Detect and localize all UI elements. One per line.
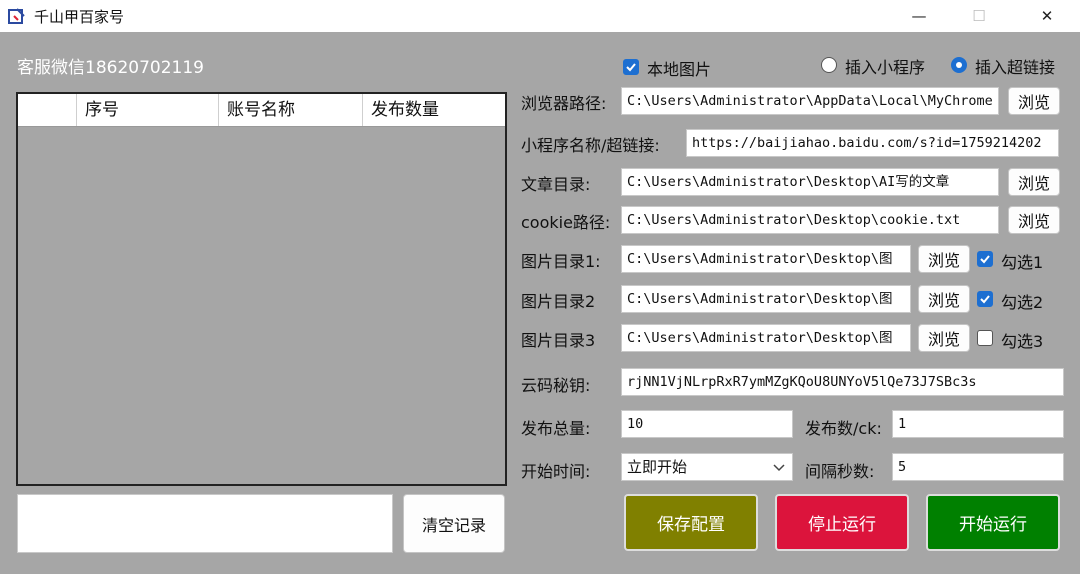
checkmark-icon — [980, 295, 990, 304]
start-time-value: 立即开始 — [627, 458, 688, 476]
table-header-account-name[interactable]: 账号名称 — [218, 94, 362, 126]
image-dir-3-browse-button[interactable]: 浏览 — [918, 324, 970, 352]
article-dir-browse-button[interactable]: 浏览 — [1008, 168, 1060, 196]
stop-run-button[interactable]: 停止运行 — [775, 494, 909, 551]
minimize-button[interactable]: — — [890, 0, 948, 32]
image-dir-1-label: 图片目录1: — [521, 252, 601, 271]
title-bar: 千山甲百家号 — ☐ ✕ — [0, 0, 1080, 32]
start-time-label: 开始时间: — [521, 462, 591, 481]
insert-hyperlink-radio[interactable] — [951, 57, 967, 73]
chevron-down-icon — [773, 464, 785, 472]
cookie-path-label: cookie路径: — [521, 213, 611, 232]
image-dir-2-input[interactable]: C:\Users\Administrator\Desktop\图 — [621, 285, 911, 313]
close-button[interactable]: ✕ — [1018, 0, 1076, 32]
minimize-icon: — — [911, 7, 927, 25]
maximize-button[interactable]: ☐ — [950, 0, 1008, 32]
link-label: 小程序名称/超链接: — [521, 136, 660, 155]
interval-label: 间隔秒数: — [805, 462, 875, 481]
table-header: 序号 账号名称 发布数量 — [18, 94, 505, 127]
table-header-post-count[interactable]: 发布数量 — [362, 94, 505, 126]
local-images-checkbox[interactable] — [623, 59, 639, 75]
cookie-path-input[interactable]: C:\Users\Administrator\Desktop\cookie.tx… — [621, 206, 999, 234]
image-dir-1-input[interactable]: C:\Users\Administrator\Desktop\图 — [621, 245, 911, 273]
interval-input[interactable]: 5 — [892, 453, 1064, 481]
start-run-button[interactable]: 开始运行 — [926, 494, 1060, 551]
table-header-index[interactable]: 序号 — [76, 94, 218, 126]
captcha-key-input[interactable]: rjNN1VjNLrpRxR7ymMZgKQoU8UNYoV5lQe73J7SB… — [621, 368, 1064, 396]
image-dir-3-check-label: 勾选3 — [1001, 332, 1044, 351]
app-logo-icon — [8, 7, 26, 25]
image-dir-1-browse-button[interactable]: 浏览 — [918, 245, 970, 273]
insert-miniprogram-radio[interactable] — [821, 57, 837, 73]
image-dir-3-label: 图片目录3 — [521, 331, 596, 350]
insert-hyperlink-label: 插入超链接 — [975, 58, 1056, 77]
browser-path-input[interactable]: C:\Users\Administrator\AppData\Local\MyC… — [621, 87, 999, 115]
checkmark-icon — [980, 255, 990, 264]
close-icon: ✕ — [1040, 7, 1054, 25]
image-dir-2-checkbox[interactable] — [977, 291, 993, 307]
browser-path-label: 浏览器路径: — [521, 94, 607, 113]
cookie-path-browse-button[interactable]: 浏览 — [1008, 206, 1060, 234]
posts-per-ck-label: 发布数/ck: — [805, 419, 882, 438]
article-dir-label: 文章目录: — [521, 175, 591, 194]
account-table[interactable]: 序号 账号名称 发布数量 — [16, 92, 507, 486]
image-dir-3-input[interactable]: C:\Users\Administrator\Desktop\图 — [621, 324, 911, 352]
checkmark-icon — [626, 63, 636, 72]
image-dir-2-check-label: 勾选2 — [1001, 293, 1044, 312]
browser-path-browse-button[interactable]: 浏览 — [1008, 87, 1060, 115]
insert-miniprogram-label: 插入小程序 — [845, 58, 926, 77]
maximize-icon: ☐ — [972, 7, 986, 25]
save-config-button[interactable]: 保存配置 — [624, 494, 758, 551]
window-title: 千山甲百家号 — [34, 8, 125, 26]
image-dir-2-label: 图片目录2 — [521, 292, 596, 311]
start-time-select[interactable]: 立即开始 — [621, 453, 793, 481]
article-dir-input[interactable]: C:\Users\Administrator\Desktop\AI写的文章 — [621, 168, 999, 196]
table-header-select[interactable] — [18, 94, 76, 126]
image-dir-1-check-label: 勾选1 — [1001, 253, 1044, 272]
clear-records-button[interactable]: 清空记录 — [403, 494, 505, 553]
image-dir-1-checkbox[interactable] — [977, 251, 993, 267]
total-posts-label: 发布总量: — [521, 419, 591, 438]
total-posts-input[interactable]: 10 — [621, 410, 793, 438]
link-input[interactable]: https://baijiahao.baidu.com/s?id=1759214… — [686, 129, 1059, 157]
posts-per-ck-input[interactable]: 1 — [892, 410, 1064, 438]
log-input[interactable] — [17, 494, 393, 553]
image-dir-2-browse-button[interactable]: 浏览 — [918, 285, 970, 313]
local-images-label: 本地图片 — [647, 60, 712, 79]
captcha-key-label: 云码秘钥: — [521, 376, 591, 395]
image-dir-3-checkbox[interactable] — [977, 330, 993, 346]
service-contact: 客服微信18620702119 — [17, 58, 204, 78]
